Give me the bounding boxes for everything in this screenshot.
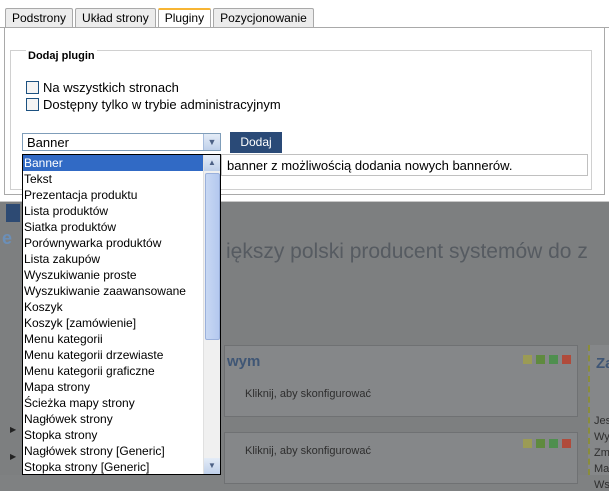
background-headline: iększy polski producent systemów do z — [226, 240, 588, 263]
checkbox-all-pages[interactable]: Na wszystkich stronach — [26, 80, 179, 95]
tab-pozycjonowanie[interactable]: Pozycjonowanie — [213, 8, 314, 27]
dropdown-option[interactable]: Stopka strony [Generic] — [23, 459, 220, 474]
dropdown-option[interactable]: Stopka strony — [23, 427, 220, 443]
chevron-down-icon[interactable]: ▼ — [203, 134, 220, 150]
background-panel: wym Kliknij, aby skonfigurować — [224, 345, 578, 417]
dropdown-option[interactable]: Menu kategorii graficzne — [23, 363, 220, 379]
checkbox[interactable] — [26, 81, 39, 94]
background-button — [6, 204, 20, 222]
dropdown-option[interactable]: Menu kategorii — [23, 331, 220, 347]
tab-podstrony[interactable]: Podstrony — [5, 8, 74, 27]
background-right-line: Wy — [594, 431, 609, 443]
plugin-select-value: Banner — [27, 135, 69, 150]
plugin-dropdown-list[interactable]: Banner Tekst Prezentacja produktu Lista pro… — [22, 154, 221, 475]
dropdown-option[interactable]: Siatka produktów — [23, 219, 220, 235]
wrench-icon — [523, 355, 532, 364]
dropdown-option[interactable]: Mapa strony — [23, 379, 220, 395]
close-icon — [562, 439, 571, 448]
dropdown-option[interactable]: Nagłówek strony [Generic] — [23, 443, 220, 459]
plugin-select[interactable]: Banner ▼ — [22, 133, 221, 151]
tab-uklad-strony[interactable]: Układ strony — [75, 8, 156, 27]
move-icon — [549, 355, 558, 364]
panel-tools — [523, 355, 571, 364]
pencil-icon — [536, 355, 545, 364]
dropdown-option[interactable]: Porównywarka produktów — [23, 235, 220, 251]
dropdown-option[interactable]: Menu kategorii drzewiaste — [23, 347, 220, 363]
dropdown-option[interactable]: Nagłówek strony — [23, 411, 220, 427]
scroll-down-icon[interactable]: ▼ — [204, 458, 220, 474]
dropdown-option[interactable]: Wyszukiwanie proste — [23, 267, 220, 283]
scrollbar[interactable]: ▲ ▼ — [203, 155, 220, 474]
background-panel-title: wym — [227, 353, 261, 370]
close-icon — [562, 355, 571, 364]
background-panel-2: Kliknij, aby skonfigurować — [224, 432, 578, 484]
dropdown-option[interactable]: Banner — [23, 155, 220, 171]
fieldset-legend: Dodaj plugin — [26, 50, 97, 62]
checkbox-label: Dostępny tylko w trybie administracyjnym — [43, 97, 281, 112]
tab-bar: Podstrony Układ strony Pluginy Pozycjono… — [5, 8, 314, 29]
tab-pluginy[interactable]: Pluginy — [157, 8, 212, 29]
checkbox-label: Na wszystkich stronach — [43, 80, 179, 95]
background-right-title: Za — [596, 355, 609, 372]
checkbox-admin-only[interactable]: Dostępny tylko w trybie administracyjnym — [26, 97, 281, 112]
dropdown-option[interactable]: Koszyk — [23, 299, 220, 315]
expand-arrow-icon: ▶ — [10, 452, 17, 461]
dropdown-option[interactable]: Ścieżka mapy strony — [23, 395, 220, 411]
plugin-description: banner z możliwością dodania nowych bann… — [221, 154, 588, 176]
dropdown-option[interactable]: Lista produktów — [23, 203, 220, 219]
expand-arrow-icon: ▶ — [10, 425, 17, 434]
dropdown-option[interactable]: Koszyk [zamówienie] — [23, 315, 220, 331]
scroll-thumb[interactable] — [205, 173, 220, 340]
dropdown-option[interactable]: Lista zakupów — [23, 251, 220, 267]
dropdown-option[interactable]: Tekst — [23, 171, 220, 187]
checkbox[interactable] — [26, 98, 39, 111]
wrench-icon — [523, 439, 532, 448]
background-panel2-text: Kliknij, aby skonfigurować — [245, 445, 371, 457]
pencil-icon — [536, 439, 545, 448]
background-panel-text: Kliknij, aby skonfigurować — [245, 388, 371, 400]
scroll-up-icon[interactable]: ▲ — [204, 155, 220, 171]
move-icon — [549, 439, 558, 448]
background-right-line: Jes — [594, 415, 609, 427]
background-right-line: Zm — [594, 447, 609, 459]
dropdown-option[interactable]: Prezentacja produktu — [23, 187, 220, 203]
background-right-panel: Za Jes Wy Zm Ma Ws — [588, 345, 609, 491]
panel-tools — [523, 439, 571, 448]
background-right-line: Ws — [594, 479, 609, 491]
dropdown-option[interactable]: Wyszukiwanie zaawansowane — [23, 283, 220, 299]
background-right-line: Ma — [594, 463, 609, 475]
background-logo: e — [2, 228, 13, 248]
add-button[interactable]: Dodaj — [230, 132, 282, 153]
